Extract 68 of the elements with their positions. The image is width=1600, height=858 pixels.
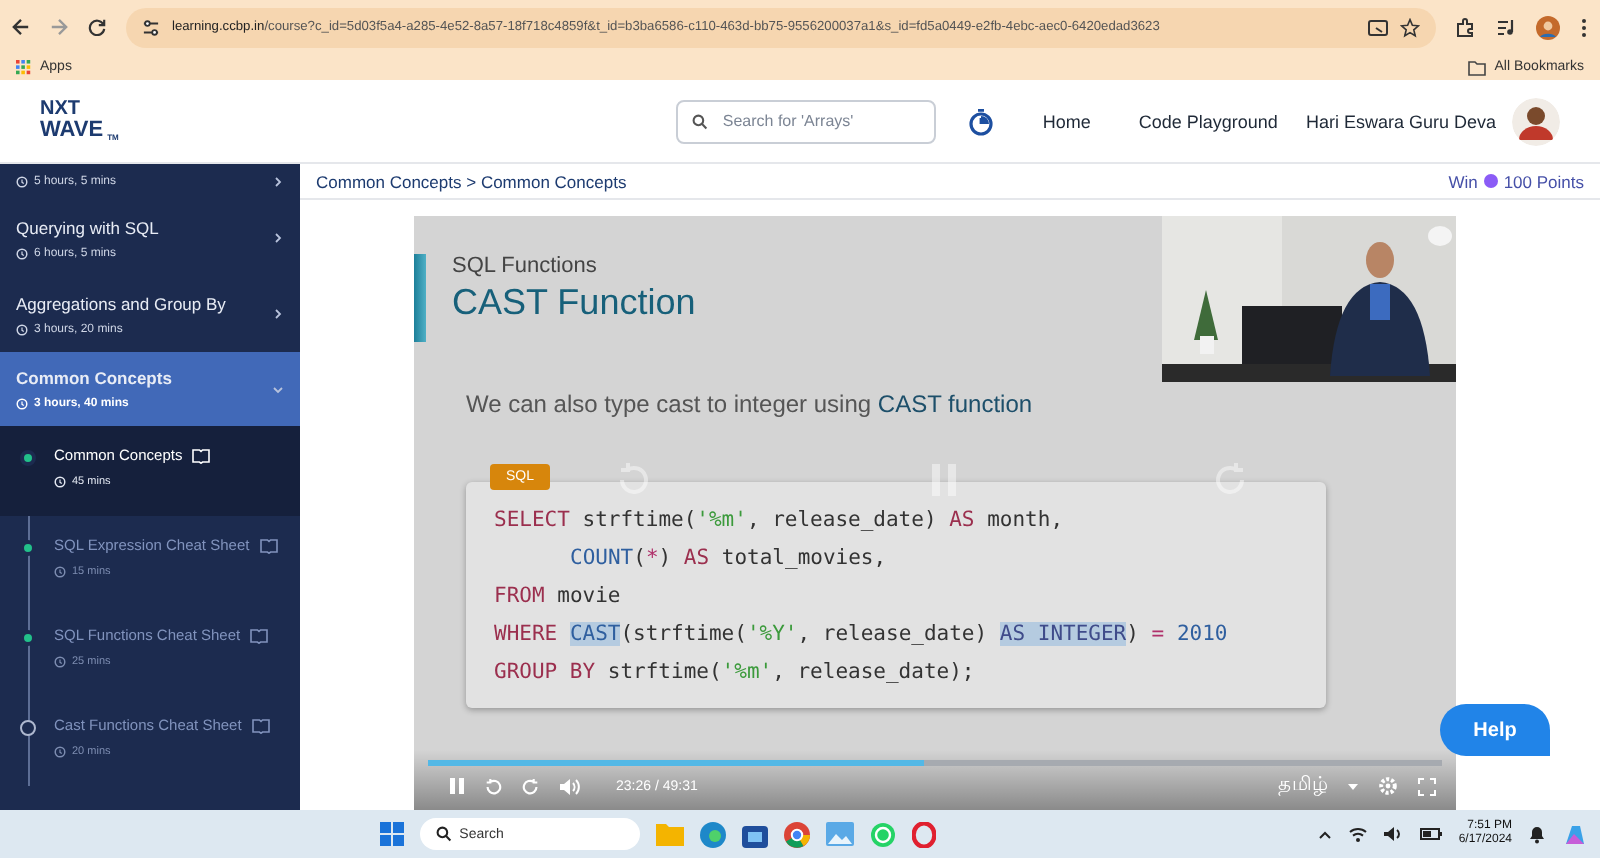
code-line: COUNT(*) AS total_movies, — [568, 544, 887, 574]
menu-icon[interactable] — [1580, 17, 1588, 37]
book-icon — [259, 537, 278, 553]
copilot-icon[interactable] — [1562, 821, 1589, 847]
photos-icon[interactable] — [825, 822, 854, 846]
clock-icon — [16, 398, 28, 410]
clock-icon — [54, 746, 66, 758]
help-button[interactable]: Help — [1440, 704, 1550, 756]
nav-link[interactable]: Code Playground — [1138, 111, 1278, 131]
clock-icon — [54, 656, 66, 668]
chevron-right-icon — [272, 232, 284, 244]
search-icon — [692, 113, 709, 129]
clock-icon — [54, 566, 66, 578]
video-player[interactable] — [414, 216, 1456, 810]
store-icon[interactable] — [741, 821, 768, 847]
fast-forward-icon[interactable] — [522, 777, 540, 795]
code-line: WHERE CAST(strftime('%Y', release_date) AS INTEGER) = 2010 — [494, 620, 1228, 650]
coin-icon — [1483, 174, 1498, 188]
wifi-icon[interactable] — [1348, 826, 1369, 842]
clock-icon — [54, 476, 66, 488]
code-line: SELECT strftime('%m', release_date) AS month, — [494, 506, 1064, 536]
cast-icon[interactable] — [1368, 19, 1388, 35]
nav-link[interactable]: Home — [1042, 111, 1091, 131]
chevron-down-icon — [272, 383, 284, 395]
opera-icon[interactable] — [911, 821, 936, 847]
bell-icon[interactable] — [1528, 824, 1547, 844]
chrome-icon[interactable] — [783, 821, 810, 847]
slide-text: We can also type cast to integer using CAST function — [466, 390, 1035, 418]
media-icon[interactable] — [1496, 18, 1516, 36]
chevron-right-icon — [272, 308, 284, 320]
forward-icon[interactable] — [50, 18, 68, 36]
avatar-icon[interactable] — [1536, 15, 1560, 39]
search-field[interactable]: Search for 'Arrays' — [676, 99, 937, 143]
site-info-icon[interactable] — [142, 19, 160, 35]
windows-start-icon[interactable] — [379, 822, 404, 846]
search-icon — [435, 826, 452, 842]
chevron-right-icon — [272, 176, 284, 188]
book-icon — [250, 627, 269, 643]
code-line: GROUP BY strftime('%m', release_date); — [494, 658, 975, 688]
volume-icon[interactable] — [1384, 826, 1405, 842]
book-icon — [192, 447, 211, 463]
settings-icon[interactable] — [1378, 776, 1398, 796]
folder-icon — [1468, 59, 1487, 75]
extensions-icon[interactable] — [1456, 17, 1476, 37]
chevron-up-icon[interactable] — [1318, 829, 1333, 839]
stopwatch-icon[interactable] — [968, 107, 995, 135]
browser-icon[interactable] — [699, 821, 726, 847]
breadcrumb[interactable]: Common Concepts > Common Concepts — [316, 171, 627, 191]
rewind-icon[interactable] — [484, 777, 502, 795]
points-value: 100 Points — [1503, 171, 1584, 191]
caret-icon — [1348, 783, 1358, 789]
book-icon — [251, 717, 270, 733]
fullscreen-icon[interactable] — [1418, 777, 1436, 795]
clock-icon — [16, 247, 28, 259]
clock-icon — [16, 323, 28, 335]
clock-icon — [16, 176, 28, 188]
slide-subtitle: SQL Functions — [452, 254, 599, 278]
avatar-icon[interactable] — [1512, 97, 1560, 145]
code-line: FROM movie — [494, 582, 621, 612]
reload-icon[interactable] — [88, 18, 106, 36]
user-name[interactable]: Hari Eswara Guru Deva — [1305, 111, 1496, 131]
apps-grid-icon[interactable] — [16, 59, 32, 75]
slide-title: CAST Function — [452, 282, 696, 324]
star-icon[interactable] — [1400, 17, 1420, 37]
pause-icon[interactable] — [450, 778, 464, 794]
back-icon[interactable] — [12, 18, 30, 36]
points-label: Win — [1448, 171, 1478, 191]
battery-icon[interactable] — [1420, 828, 1443, 840]
